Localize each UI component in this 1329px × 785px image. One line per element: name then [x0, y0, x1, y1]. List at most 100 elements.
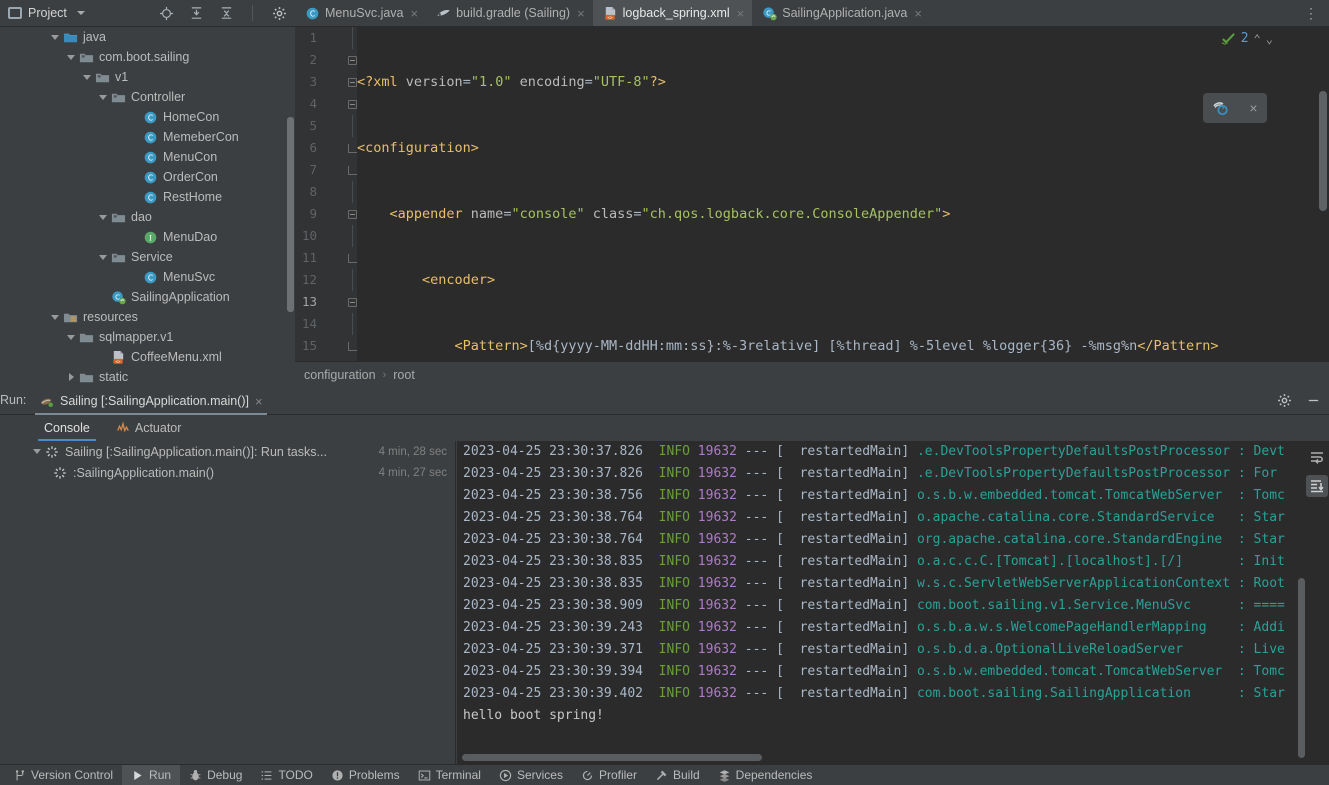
tree-item-java[interactable]: java: [0, 27, 295, 47]
status-bar-problems[interactable]: Problems: [322, 765, 409, 785]
editor-tabs-menu-icon[interactable]: ⋮: [1294, 0, 1329, 26]
chevron-down-icon[interactable]: [48, 307, 62, 327]
breadcrumb-item[interactable]: configuration: [304, 368, 376, 382]
line-number: 7: [309, 162, 317, 177]
close-icon[interactable]: ×: [411, 6, 419, 21]
editor-tab-sailingapplication-java[interactable]: C SailingApplication.java ×: [752, 0, 930, 26]
editor-tab-build-gradle-sailing[interactable]: build.gradle (Sailing) ×: [426, 0, 593, 26]
hide-panel-icon[interactable]: [1306, 393, 1321, 408]
code-line: <Pattern>[%d{yyyy-MM-ddHH:mm:ss}:%-3rela…: [454, 338, 1219, 354]
tree-item-controller[interactable]: Controller: [0, 87, 295, 107]
editor-gutter[interactable]: 1 2 3 4 5 6 7 8 9 10 11 12 13 14 15: [295, 27, 357, 361]
run-tree-row[interactable]: :SailingApplication.main() 4 min, 27 sec: [22, 462, 455, 483]
run-task-tree[interactable]: Sailing [:SailingApplication.main()]: Ru…: [22, 441, 456, 764]
console-horizontal-scrollbar[interactable]: [462, 754, 762, 761]
tree-item-memebercon[interactable]: C MemeberCon: [0, 127, 295, 147]
log-timestamp: 2023-04-25 23:30:37.826: [463, 444, 644, 459]
settings-gear-icon[interactable]: [1277, 393, 1292, 408]
tree-item-coffeemenu-xml[interactable]: <> CoffeeMenu.xml: [0, 347, 295, 367]
reload-classes-icon[interactable]: [1212, 99, 1230, 117]
close-icon[interactable]: ×: [255, 394, 263, 409]
editor-tab-logback-spring-xml[interactable]: <> logback_spring.xml ×: [592, 0, 753, 26]
status-bar-services[interactable]: Services: [490, 765, 572, 785]
tree-item-resources[interactable]: resources: [0, 307, 295, 327]
project-tree-scrollbar[interactable]: [287, 117, 294, 312]
tab-actuator[interactable]: Actuator: [104, 415, 194, 441]
locate-icon[interactable]: [158, 5, 174, 21]
scroll-to-end-icon[interactable]: [1306, 475, 1328, 497]
status-bar-build[interactable]: Build: [646, 765, 709, 785]
chevron-down-icon[interactable]: [30, 442, 44, 462]
tree-item-menucon[interactable]: C MenuCon: [0, 147, 295, 167]
status-bar-debug[interactable]: Debug: [180, 765, 251, 785]
tree-item-menusvc[interactable]: C MenuSvc: [0, 267, 295, 287]
prev-problem-icon[interactable]: ⌃: [1254, 32, 1261, 46]
next-problem-icon[interactable]: ⌄: [1266, 32, 1273, 46]
chevron-down-icon[interactable]: [64, 327, 78, 347]
log-message: : For: [1237, 466, 1278, 481]
close-icon[interactable]: ×: [914, 6, 922, 21]
tree-item-label: RestHome: [163, 190, 223, 204]
line-number: 2: [309, 52, 317, 67]
status-bar-terminal[interactable]: Terminal: [409, 765, 490, 785]
status-bar-run[interactable]: Run: [122, 764, 181, 785]
chevron-down-icon[interactable]: [96, 207, 110, 227]
breadcrumb[interactable]: configuration › root: [295, 361, 1329, 388]
log-pid: 19632: [689, 686, 737, 701]
reload-changed-classes-widget[interactable]: ×: [1203, 93, 1267, 123]
tree-item-resthome[interactable]: C RestHome: [0, 187, 295, 207]
line-number: 13: [301, 294, 317, 309]
editor-tab-menusvc-java[interactable]: C MenuSvc.java ×: [295, 0, 426, 26]
tab-console[interactable]: Console: [32, 415, 102, 441]
tree-item-dao[interactable]: dao: [0, 207, 295, 227]
chevron-right-icon[interactable]: [64, 367, 78, 387]
console-output[interactable]: 2023-04-25 23:30:37.826 INFO 19632 --- […: [457, 441, 1329, 764]
status-bar-dependencies[interactable]: Dependencies: [709, 765, 822, 785]
log-pid: 19632: [689, 576, 737, 591]
run-configuration-tab[interactable]: Sailing [:SailingApplication.main()] ×: [33, 388, 269, 415]
tree-item-static[interactable]: static: [0, 367, 295, 387]
tree-item-sailingapplication[interactable]: C SailingApplication: [0, 287, 295, 307]
tree-item-ordercon[interactable]: C OrderCon: [0, 167, 295, 187]
chevron-down-icon[interactable]: [76, 11, 85, 15]
inspection-widget[interactable]: 2 ⌃ ⌄: [1221, 31, 1273, 46]
chevron-down-icon[interactable]: [96, 87, 110, 107]
chevron-down-icon[interactable]: [64, 47, 78, 67]
tree-item-label: MenuCon: [163, 150, 218, 164]
run-tree-row[interactable]: Sailing [:SailingApplication.main()]: Ru…: [22, 441, 455, 462]
code-text[interactable]: <?xml version="1.0" encoding="UTF-8"?> <…: [357, 27, 1329, 361]
console-vertical-scrollbar[interactable]: [1298, 578, 1305, 758]
chevron-down-icon[interactable]: [48, 27, 62, 47]
log-separator: --- [: [736, 510, 784, 525]
chevron-down-icon[interactable]: [80, 67, 94, 87]
settings-gear-icon[interactable]: [271, 5, 287, 21]
status-bar-version-control[interactable]: Version Control: [4, 765, 122, 785]
status-bar-profiler[interactable]: Profiler: [572, 765, 646, 785]
code-editor[interactable]: 1 2 3 4 5 6 7 8 9 10 11 12 13 14 15 <?xml version="1.0…: [295, 27, 1329, 361]
status-bar-label: Run: [149, 768, 172, 782]
close-icon[interactable]: ×: [1249, 100, 1257, 116]
editor-scrollbar[interactable]: [1319, 91, 1327, 211]
close-icon[interactable]: ×: [737, 6, 745, 21]
interface-icon: I: [142, 229, 158, 245]
project-view-selector[interactable]: Project: [0, 6, 150, 20]
run-tree-duration: 4 min, 27 sec: [378, 466, 447, 479]
status-bar-todo[interactable]: TODO: [251, 765, 321, 785]
tree-item-label: SailingApplication: [131, 290, 230, 304]
tree-item-v1[interactable]: v1: [0, 67, 295, 87]
console-log-line: 2023-04-25 23:30:39.243 INFO 19632 --- […: [457, 617, 1329, 639]
log-pid: 19632: [689, 532, 737, 547]
tree-item-service[interactable]: Service: [0, 247, 295, 267]
project-tree[interactable]: java com.boot.sailing v1 Controller C HomeCon…: [0, 27, 295, 388]
expand-all-icon[interactable]: [188, 5, 204, 21]
soft-wrap-icon[interactable]: [1306, 447, 1328, 469]
log-timestamp: 2023-04-25 23:30:39.394: [463, 664, 644, 679]
tree-item-sqlmapper-v1[interactable]: sqlmapper.v1: [0, 327, 295, 347]
breadcrumb-item[interactable]: root: [393, 368, 415, 382]
collapse-all-icon[interactable]: [218, 5, 234, 21]
tree-item-menudao[interactable]: I MenuDao: [0, 227, 295, 247]
tree-item-com-boot-sailing[interactable]: com.boot.sailing: [0, 47, 295, 67]
tree-item-homecon[interactable]: C HomeCon: [0, 107, 295, 127]
chevron-down-icon[interactable]: [96, 247, 110, 267]
close-icon[interactable]: ×: [577, 6, 585, 21]
